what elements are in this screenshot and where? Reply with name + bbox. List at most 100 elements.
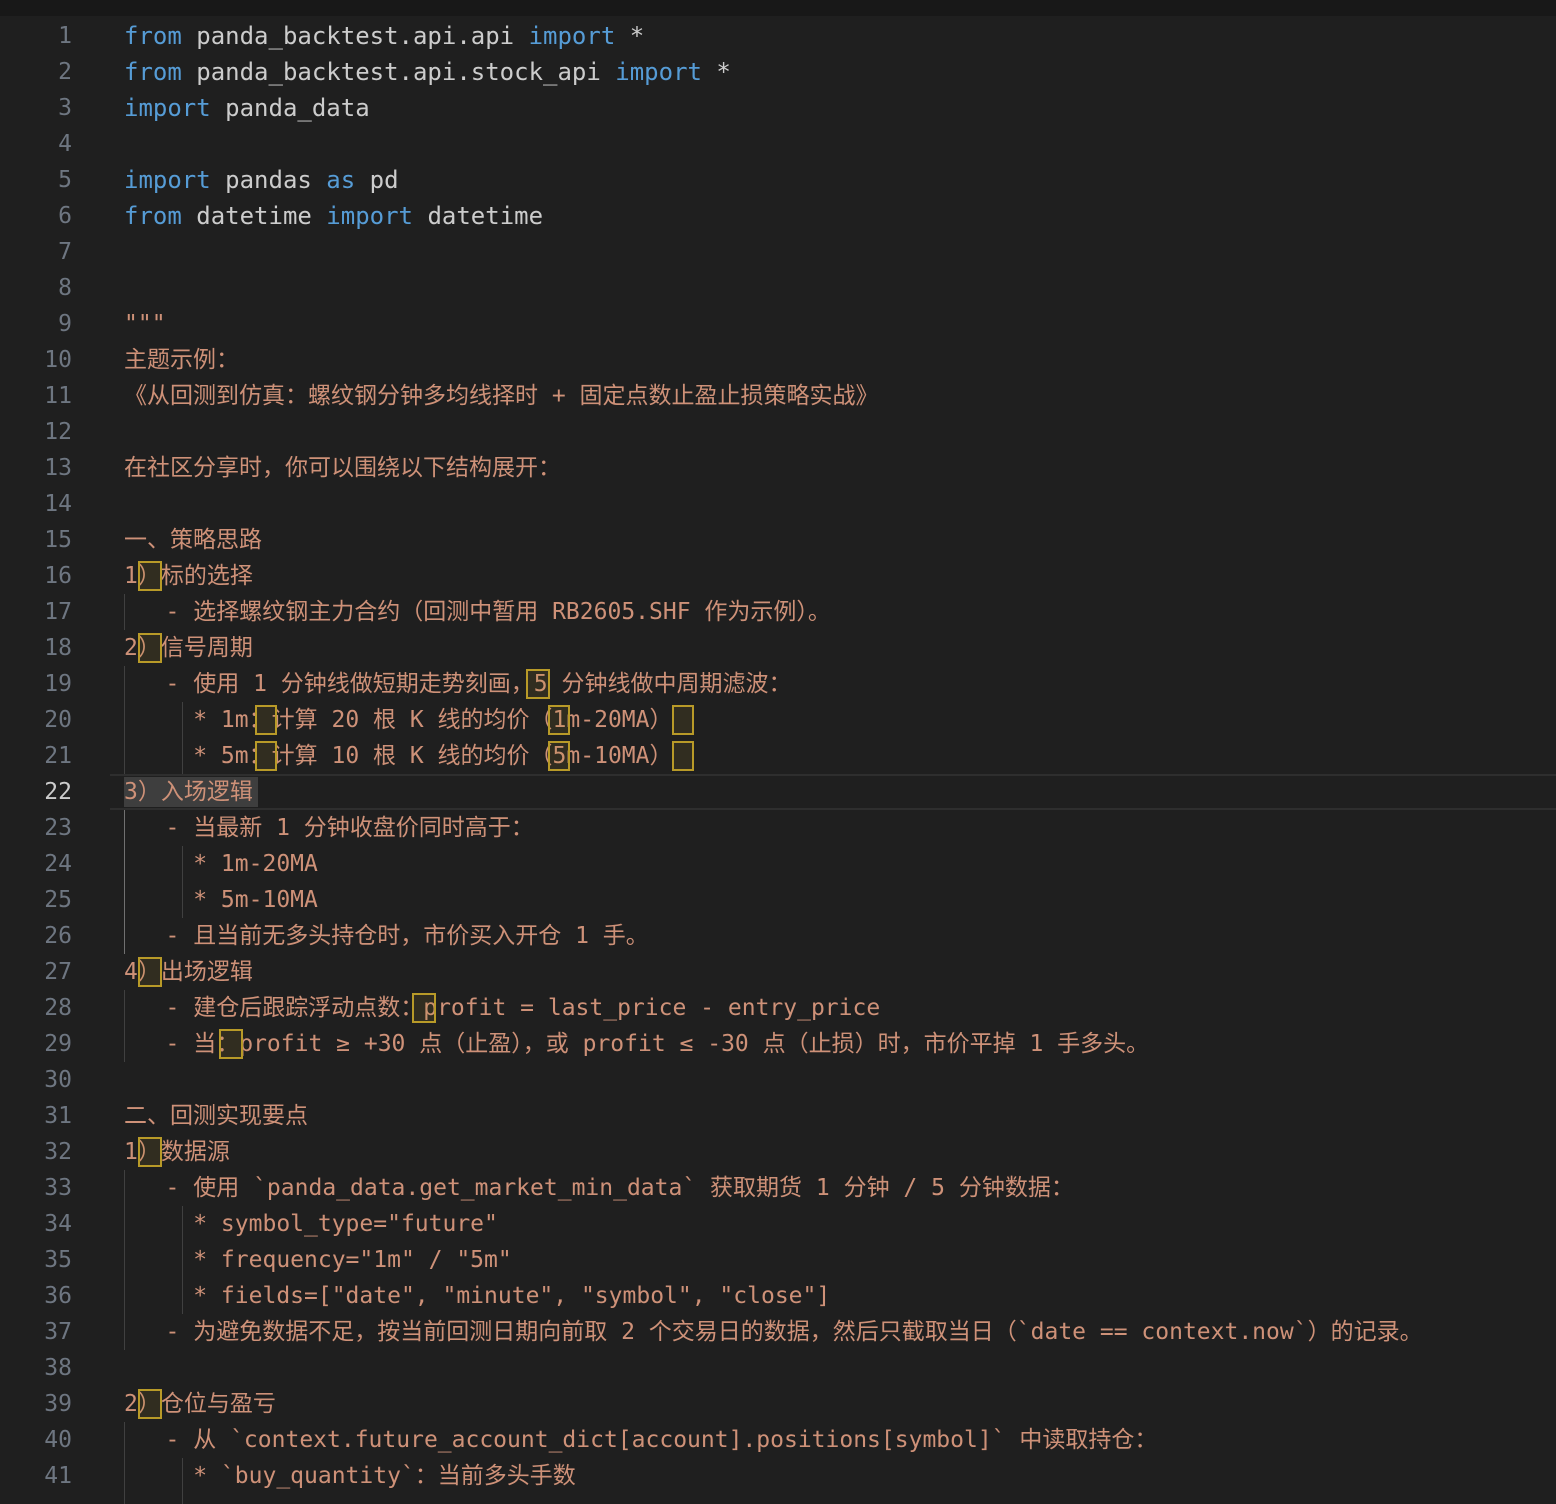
code-line[interactable]: 17 - 选择螺纹钢主力合约（回测中暂用 RB2605.SHF 作为示例）。 (0, 594, 1556, 630)
code-line[interactable]: 30 (0, 1062, 1556, 1098)
code-line[interactable]: 14 (0, 486, 1556, 522)
line-number: 4 (58, 131, 72, 157)
code-line[interactable]: 7 (0, 234, 1556, 270)
code-line[interactable]: 19 - 使用 1 分钟线做短期走势刻画，5 分钟线做中周期滤波： (0, 666, 1556, 702)
line-number: 38 (44, 1355, 72, 1381)
bracket-match-highlight (138, 957, 162, 987)
code-line[interactable]: 22 3）入场逻辑 (0, 774, 1556, 810)
docstring-text: * 1m-20MA (124, 851, 318, 877)
bracket-match-highlight (672, 741, 694, 771)
docstring-text: * 5m-10MA (124, 887, 318, 913)
line-number: 30 (44, 1067, 72, 1093)
code-line[interactable]: 32 1）数据源 (0, 1134, 1556, 1170)
code-line[interactable]: 2 from panda_backtest.api.stock_api impor… (0, 54, 1556, 90)
docstring-text: 主题示例： (124, 347, 239, 373)
code-text: import panda_data (124, 90, 370, 126)
code-line[interactable]: 41 * `buy_quantity`：当前多头手数 (0, 1458, 1556, 1494)
code-line[interactable]: 26 - 且当前无多头持仓时，市价买入开仓 1 手。 (0, 918, 1556, 954)
line-number: 20 (44, 707, 72, 733)
line-number: 18 (44, 635, 72, 661)
docstring-text: 3）入场逻辑 (124, 779, 253, 805)
code-line[interactable]: 27 4）出场逻辑 (0, 954, 1556, 990)
identifier-token: * (701, 58, 731, 86)
code-line[interactable]: 35 * frequency="1m" / "5m" (0, 1242, 1556, 1278)
code-editor[interactable]: 1 from panda_backtest.api.api import * 2 fr… (0, 18, 1556, 1504)
code-line[interactable]: 24 * 1m-20MA (0, 846, 1556, 882)
docstring-text: - 且当前无多头持仓时，市价买入开仓 1 手。 (124, 923, 649, 949)
line-number: 35 (44, 1247, 72, 1273)
editor-top-bar (0, 0, 1556, 16)
code-line[interactable]: 5 import pandas as pd (0, 162, 1556, 198)
keyword-token: import (124, 94, 211, 122)
docstring-text: - 当最新 1 分钟收盘价同时高于： (124, 815, 534, 841)
line-number: 10 (44, 347, 72, 373)
line-number: 23 (44, 815, 72, 841)
line-number: 26 (44, 923, 72, 949)
code-line[interactable]: 37 - 为避免数据不足，按当前回测日期向前取 2 个交易日的数据，然后只截取当… (0, 1314, 1556, 1350)
keyword-token: from (124, 202, 182, 230)
line-number: 36 (44, 1283, 72, 1309)
line-number: 33 (44, 1175, 72, 1201)
identifier-token: panda_backtest.api.stock_api (181, 58, 616, 86)
code-line[interactable]: 3 import panda_data (0, 90, 1556, 126)
code-line[interactable]: 36 * fields=["date", "minute", "symbol",… (0, 1278, 1556, 1314)
code-line[interactable]: 11 《从回测到仿真：螺纹钢分钟多均线择时 + 固定点数止盈止损策略实战》 (0, 378, 1556, 414)
code-line[interactable]: 10 主题示例： (0, 342, 1556, 378)
docstring-text: 二、回测实现要点 (124, 1103, 308, 1129)
code-line[interactable]: 28 - 建仓后跟踪浮动点数：profit = last_price - ent… (0, 990, 1556, 1026)
docstring-text: * 5m：计算 10 根 K 线的均价（5m-10MA） (124, 743, 673, 769)
code-line[interactable]: 40 - 从 `context.future_account_dict[acco… (0, 1422, 1556, 1458)
bracket-match-highlight (672, 705, 694, 735)
code-line[interactable]: 25 * 5m-10MA (0, 882, 1556, 918)
code-line[interactable]: 16 1）标的选择 (0, 558, 1556, 594)
code-line[interactable]: 21 * 5m：计算 10 根 K 线的均价（5m-10MA） (0, 738, 1556, 774)
docstring-text: """ (124, 311, 166, 337)
line-number: 14 (44, 491, 72, 517)
line-number: 27 (44, 959, 72, 985)
code-line[interactable]: 12 (0, 414, 1556, 450)
docstring-text: - 使用 `panda_data.get_market_min_data` 获取… (124, 1175, 1074, 1201)
code-line[interactable]: 23 - 当最新 1 分钟收盘价同时高于： (0, 810, 1556, 846)
line-number: 25 (44, 887, 72, 913)
bracket-match-highlight (138, 1137, 162, 1167)
code-line[interactable]: 20 * 1m：计算 20 根 K 线的均价（1m-20MA） (0, 702, 1556, 738)
line-number: 8 (58, 275, 72, 301)
code-text: from panda_backtest.api.stock_api import… (124, 54, 731, 90)
code-text: from datetime import datetime (124, 198, 543, 234)
code-line[interactable]: 6 from datetime import datetime (0, 198, 1556, 234)
docstring-text: * fields=["date", "minute", "symbol", "c… (124, 1283, 831, 1309)
line-number: 29 (44, 1031, 72, 1057)
code-line[interactable]: 4 (0, 126, 1556, 162)
keyword-token: import (326, 202, 413, 230)
code-line[interactable]: 1 from panda_backtest.api.api import * (0, 18, 1556, 54)
bracket-match-highlight (526, 669, 550, 699)
keyword-token: import (528, 22, 616, 50)
code-line[interactable]: 33 - 使用 `panda_data.get_market_min_data`… (0, 1170, 1556, 1206)
bracket-match-highlight (255, 741, 277, 771)
docstring-text: - 当：profit ≥ +30 点（止盈），或 profit ≤ -30 点（… (124, 1031, 1150, 1057)
docstring-text: * `buy_quantity`：当前多头手数 (124, 1463, 576, 1489)
code-line[interactable]: 13 在社区分享时，你可以围绕以下结构展开： (0, 450, 1556, 486)
keyword-token: import (615, 58, 702, 86)
docstring-text: * 1m：计算 20 根 K 线的均价（1m-20MA） (124, 707, 673, 733)
code-line[interactable]: 9 """ (0, 306, 1556, 342)
code-line[interactable]: 38 (0, 1350, 1556, 1386)
line-number: 28 (44, 995, 72, 1021)
line-number: 7 (58, 239, 72, 265)
code-line[interactable]: 8 (0, 270, 1556, 306)
code-line[interactable]: 31 二、回测实现要点 (0, 1098, 1556, 1134)
docstring-text: * symbol_type="future" (124, 1211, 498, 1237)
code-text: import pandas as pd (124, 162, 399, 198)
keyword-token: import (124, 166, 211, 194)
docstring-text: - 为避免数据不足，按当前回测日期向前取 2 个交易日的数据，然后只截取当日（`… (124, 1319, 1423, 1345)
bracket-match-highlight (255, 705, 277, 735)
code-line[interactable]: 34 * symbol_type="future" (0, 1206, 1556, 1242)
line-number: 12 (44, 419, 72, 445)
code-line[interactable]: 15 一、策略思路 (0, 522, 1556, 558)
line-number: 21 (44, 743, 72, 769)
bracket-match-highlight (548, 705, 570, 735)
code-line[interactable]: 39 2）仓位与盈亏 (0, 1386, 1556, 1422)
bracket-match-highlight (138, 1389, 162, 1419)
line-number: 41 (44, 1463, 72, 1489)
code-line[interactable]: 18 2）信号周期 (0, 630, 1556, 666)
